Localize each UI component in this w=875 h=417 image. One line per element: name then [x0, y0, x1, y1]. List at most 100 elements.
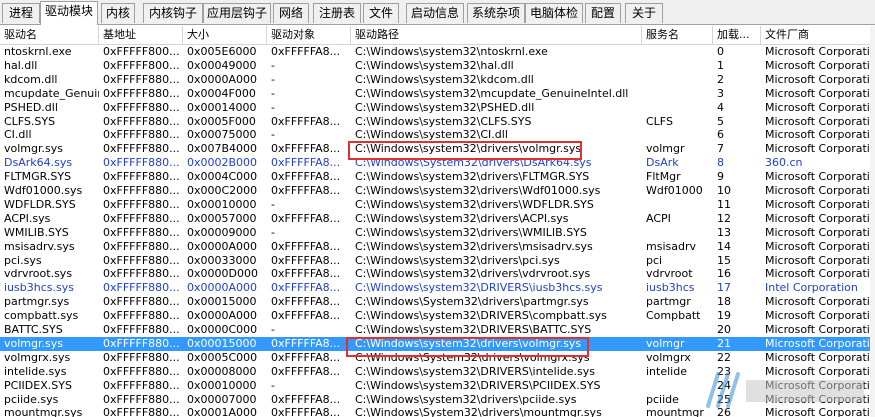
table-row[interactable]: ntoskrnl.exe 0xFFFFF800... 0x005E6000 0xFFF… — [0, 45, 875, 59]
tab-9[interactable]: 系统杂项 — [467, 3, 525, 23]
tab-11[interactable]: 配置 — [585, 3, 621, 23]
cell-load-order: 18 — [717, 295, 731, 309]
table-row[interactable]: volmgr.sys 0xFFFFF880... 0x007B4000 0xFFFFF… — [0, 142, 875, 156]
column-header-driver-path[interactable]: 驱动路径 — [351, 26, 642, 44]
table-row[interactable]: intelide.sys 0xFFFFF880... 0x00008000 0xFFF… — [0, 365, 875, 379]
cell-service-name: ACPI — [646, 211, 671, 225]
cell-base-address: 0xFFFFF880... — [103, 392, 180, 406]
cell-driver-object: 0xFFFFFA8... — [271, 392, 341, 406]
table-row[interactable]: DsArk64.sys 0xFFFFF880... 0x0002B000 0xFFFF… — [0, 156, 875, 170]
cell-file-vendor: Microsoft Corporation — [765, 225, 871, 239]
cell-driver-object: 0xFFFFFA8... — [271, 170, 341, 184]
table-row[interactable]: kdcom.dll 0xFFFFF880... 0x0000A000- C:\Wind… — [0, 73, 875, 87]
table-row[interactable]: PCIIDEX.SYS 0xFFFFF880... 0x00010000- C:\Wi… — [0, 379, 875, 393]
cell-name: volmgr.sys — [4, 336, 63, 350]
table-row[interactable]: pci.sys 0xFFFFF880... 0x00033000 0xFFFFFA8.… — [0, 254, 875, 268]
column-header-service-name[interactable]: 服务名 — [642, 26, 713, 44]
cell-base-address: 0xFFFFF880... — [103, 267, 180, 281]
table-row[interactable]: PSHED.dll 0xFFFFF880... 0x00014000- C:\Wind… — [0, 101, 875, 115]
table-row[interactable]: CLFS.SYS 0xFFFFF880... 0x0005F000 0xFFFFFA8… — [0, 115, 875, 129]
cell-driver-object: 0xFFFFFA8... — [271, 45, 341, 58]
cell-size: 0x0000C000 — [187, 323, 258, 336]
cell-size: 0x0005F000 — [187, 114, 256, 128]
cell-file-vendor: Microsoft Corporation — [765, 184, 871, 197]
tab-10[interactable]: 电脑体检 — [525, 3, 583, 23]
cell-base-address: 0xFFFFF880... — [103, 350, 180, 364]
tab-3[interactable]: 内核钩子 — [143, 3, 203, 23]
cell-base-address: 0xFFFFF800... — [103, 45, 180, 58]
cell-driver-path: C:\Windows\system32\CI.dll — [355, 128, 508, 142]
column-header-size[interactable]: 大小 — [183, 26, 267, 44]
cell-base-address: 0xFFFFF880... — [103, 406, 180, 417]
table-row[interactable]: hal.dll 0xFFFFF800... 0x00049000- C:\Window… — [0, 59, 875, 73]
table-row[interactable]: iusb3hcs.sys 0xFFFFF880... 0x0000A000 0xFFF… — [0, 281, 875, 295]
column-header-load-order[interactable]: 加载... — [713, 26, 761, 44]
cell-name: FLTMGR.SYS — [4, 170, 72, 184]
tab-5[interactable]: 网络 — [273, 3, 309, 23]
cell-driver-object: 0xFFFFFA8... — [271, 253, 341, 267]
cell-name: pci.sys — [4, 253, 42, 267]
cell-base-address: 0xFFFFF880... — [103, 211, 180, 225]
cell-driver-object: - — [271, 58, 275, 72]
cell-load-order: 13 — [717, 225, 731, 239]
table-row[interactable]: ACPI.sys 0xFFFFF880... 0x00057000 0xFFFFFA8… — [0, 212, 875, 226]
column-header-base-address[interactable]: 基地址 — [99, 26, 183, 44]
cell-service-name: CLFS — [646, 114, 673, 128]
table-row[interactable]: Wdf01000.sys 0xFFFFF880... 0x000C2000 0xFFF… — [0, 184, 875, 198]
cell-size: 0x00075000 — [187, 128, 257, 142]
cell-file-vendor: Microsoft Corporation — [765, 295, 871, 309]
cell-file-vendor: Microsoft Corporation — [765, 197, 871, 211]
cell-load-order: 12 — [717, 211, 731, 225]
cell-driver-object: - — [271, 86, 275, 100]
table-row[interactable]: partmgr.sys 0xFFFFF880... 0x00015000 0xFFFF… — [0, 295, 875, 309]
tab-12[interactable]: 关于 — [625, 3, 663, 23]
column-header-name[interactable]: 驱动名 — [0, 26, 99, 44]
table-row[interactable]: WDFLDR.SYS 0xFFFFF880... 0x00010000- C:\Win… — [0, 198, 875, 212]
table-row[interactable]: msisadrv.sys 0xFFFFF880... 0x0000A000 0xFFF… — [0, 240, 875, 254]
cell-driver-path: C:\Windows\system32\mcupdate_GenuineInte… — [355, 86, 629, 100]
table-row[interactable]: BATTC.SYS 0xFFFFF880... 0x0000C000- C:\Wind… — [0, 323, 875, 337]
cell-file-vendor: Microsoft Corporation — [765, 406, 871, 417]
cell-load-order: 17 — [717, 281, 731, 295]
table-row[interactable]: volmgrx.sys 0xFFFFF880... 0x0005C000 0xFFFF… — [0, 351, 875, 365]
cell-file-vendor: Microsoft Corporation — [765, 128, 871, 142]
cell-name: PSHED.dll — [4, 100, 58, 114]
cell-driver-object: 0xFFFFFA8... — [271, 184, 341, 197]
cell-size: 0x0000D000 — [187, 267, 258, 281]
cell-file-vendor: Microsoft Corporation — [765, 378, 871, 392]
tab-1[interactable]: 驱动模块 — [40, 1, 98, 25]
cell-size: 0x0005C000 — [187, 350, 258, 364]
cell-size: 0x00015000 — [187, 295, 257, 309]
tab-8[interactable]: 启动信息 — [406, 3, 464, 23]
table-row[interactable]: CI.dll 0xFFFFF880... 0x00075000- C:\Windows… — [0, 128, 875, 142]
cell-driver-path: C:\Windows\system32\DRIVERS\PCIIDEX.SYS — [355, 378, 601, 392]
vertical-scrollbar[interactable] — [870, 26, 875, 417]
cell-driver-path: C:\Windows\system32\drivers\vdrvroot.sys — [355, 267, 591, 281]
table-row[interactable]: FLTMGR.SYS 0xFFFFF880... 0x0004C000 0xFFFFF… — [0, 170, 875, 184]
column-header-driver-object[interactable]: 驱动对象 — [267, 26, 351, 44]
tab-2[interactable]: 内核 — [101, 3, 135, 23]
cell-load-order: 20 — [717, 323, 731, 336]
table-row[interactable]: mcupdate_Genuine... 0xFFFFF880... 0x0004F0… — [0, 87, 875, 101]
tab-7[interactable]: 文件 — [363, 3, 399, 23]
column-header-file-vendor[interactable]: 文件厂商 — [761, 26, 871, 44]
cell-driver-path: C:\Windows\system32\drivers\pciide.sys — [355, 392, 577, 406]
tab-6[interactable]: 注册表 — [313, 3, 361, 23]
table-row[interactable]: vdrvroot.sys 0xFFFFF880... 0x0000D000 0xFFF… — [0, 267, 875, 281]
cell-base-address: 0xFFFFF880... — [103, 225, 180, 239]
cell-base-address: 0xFFFFF880... — [103, 156, 180, 170]
table-row[interactable]: pciide.sys 0xFFFFF880... 0x00007000 0xFFFFF… — [0, 393, 875, 407]
cell-driver-object: - — [271, 72, 275, 86]
tab-0[interactable]: 进程 — [2, 3, 40, 23]
table-row[interactable]: WMILIB.SYS 0xFFFFF880... 0x00009000- C:\Win… — [0, 226, 875, 240]
cell-service-name — [642, 323, 713, 337]
table-row[interactable]: volmgr.sys 0xFFFFF880... 0x00015000 0xFFFFF… — [0, 336, 875, 351]
table-row[interactable]: compbatt.sys 0xFFFFF880... 0x0000A000 0xFFF… — [0, 309, 875, 323]
cell-service-name — [642, 379, 713, 393]
cell-service-name: FltMgr — [646, 170, 681, 184]
cell-name: ntoskrnl.exe — [4, 45, 72, 58]
table-row[interactable]: mountmgr.sys 0xFFFFF880... 0x0001A000 0xFFF… — [0, 406, 875, 417]
cell-load-order: 14 — [717, 239, 731, 253]
tab-4[interactable]: 应用层钩子 — [203, 3, 271, 23]
cell-size: 0x00057000 — [187, 211, 257, 225]
